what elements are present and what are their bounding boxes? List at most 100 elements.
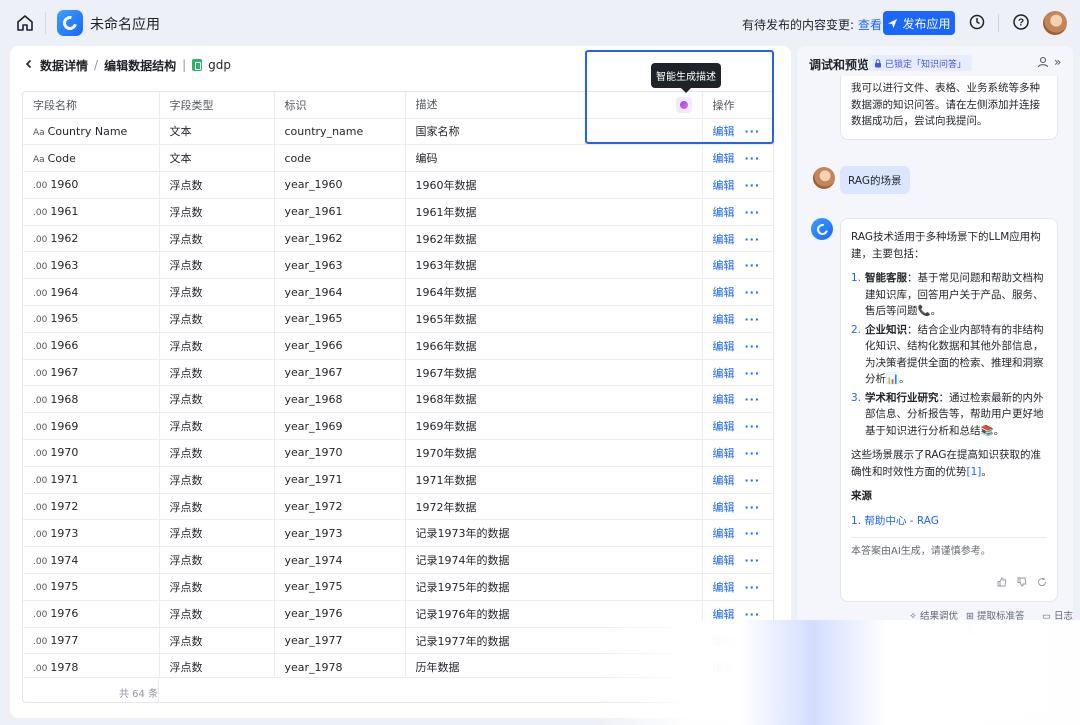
thumbs-up-icon[interactable] <box>997 577 1007 594</box>
edit-button[interactable]: 编辑 <box>713 661 735 674</box>
field-type-cell: 浮点数 <box>159 225 275 253</box>
more-icon[interactable]: ··· <box>745 233 761 246</box>
thumbs-down-icon[interactable] <box>1017 577 1027 594</box>
source-link[interactable]: 帮助中心 - RAG <box>864 515 938 527</box>
edit-button[interactable]: 编辑 <box>713 447 735 460</box>
more-icon[interactable]: ··· <box>745 206 761 219</box>
more-icon[interactable]: ··· <box>745 581 761 594</box>
table-row: .00 1977 浮点数 year_1977 记录1977年的数据 编辑 ··· <box>23 627 773 655</box>
edit-button[interactable]: 编辑 <box>713 206 735 219</box>
more-icon[interactable]: ··· <box>745 125 761 138</box>
divider <box>851 537 1047 538</box>
table-row: .00 1961 浮点数 year_1961 1961年数据 编辑 ··· <box>23 198 773 226</box>
field-type-icon: .00 <box>33 556 48 567</box>
edit-button[interactable]: 编辑 <box>713 152 735 165</box>
app-name[interactable]: 未命名应用 <box>90 14 160 34</box>
field-name: 1967 <box>50 366 79 380</box>
regenerate-icon[interactable] <box>1037 577 1047 594</box>
history-icon[interactable] <box>968 13 986 31</box>
more-icon[interactable]: ··· <box>745 393 761 406</box>
field-id-cell: country_name <box>274 118 406 146</box>
field-name: 1977 <box>50 634 79 648</box>
field-name: 1968 <box>50 392 79 406</box>
more-icon[interactable]: ··· <box>745 661 761 674</box>
edit-button[interactable]: 编辑 <box>713 125 735 138</box>
list-title: 学术和行业研究 <box>865 391 939 404</box>
table-row: Aa Country Name 文本 country_name 国家名称 编辑 ··· <box>23 118 773 146</box>
reference-link[interactable]: [1] <box>967 466 982 478</box>
more-icon[interactable]: ··· <box>745 527 761 540</box>
tuning-link[interactable]: ✧ 结果调优 <box>909 608 958 636</box>
field-type-cell: 浮点数 <box>159 278 275 307</box>
more-icon[interactable]: ··· <box>745 420 761 433</box>
field-id-cell: year_1960 <box>274 171 406 199</box>
field-desc-cell: 1965年数据 <box>405 305 703 333</box>
breadcrumb-data-detail[interactable]: 数据详情 <box>40 57 88 74</box>
edit-button[interactable]: 编辑 <box>713 635 735 648</box>
edit-button[interactable]: 编辑 <box>713 527 735 540</box>
field-name-cell: .00 1966 <box>23 332 160 360</box>
edit-button[interactable]: 编辑 <box>713 474 735 487</box>
edit-button[interactable]: 编辑 <box>713 259 735 272</box>
more-icon[interactable]: ··· <box>745 608 761 621</box>
edit-button[interactable]: 编辑 <box>713 554 735 567</box>
more-icon[interactable]: ··· <box>745 340 761 353</box>
collapse-panel-icon[interactable]: » <box>1054 55 1061 69</box>
edit-button[interactable]: 编辑 <box>713 501 735 514</box>
edit-button[interactable]: 编辑 <box>713 393 735 406</box>
more-icon[interactable]: ··· <box>745 501 761 514</box>
list-number: 1. <box>851 272 862 284</box>
edit-button[interactable]: 编辑 <box>713 286 735 299</box>
more-icon[interactable]: ··· <box>745 259 761 272</box>
edit-button[interactable]: 编辑 <box>713 420 735 433</box>
more-icon[interactable]: ··· <box>745 286 761 299</box>
field-desc-cell: 1972年数据 <box>405 493 703 521</box>
edit-button[interactable]: 编辑 <box>713 179 735 192</box>
field-name-cell: .00 1963 <box>23 251 160 280</box>
more-icon[interactable]: ··· <box>745 179 761 192</box>
publish-button[interactable]: 发布应用 <box>883 11 955 35</box>
edit-button[interactable]: 编辑 <box>713 313 735 326</box>
extract-answer-link[interactable]: ⊞ 提取标准答案 <box>966 608 1034 636</box>
field-actions-cell: 编辑 ··· <box>702 493 773 521</box>
more-icon[interactable]: ··· <box>745 367 761 380</box>
list-text: 智能客服：基于常见问题和帮助文档构建知识库，回答用户关于产品、服务、售后等问题📞… <box>865 270 1047 320</box>
table-row: .00 1972 浮点数 year_1972 1972年数据 编辑 ··· <box>23 493 773 521</box>
more-icon[interactable]: ··· <box>745 474 761 487</box>
log-link[interactable]: ▭ 日志 <box>1042 608 1073 636</box>
field-actions-cell: 编辑 ··· <box>702 359 773 387</box>
user-settings-icon[interactable] <box>1037 56 1049 68</box>
field-id-cell: year_1969 <box>274 412 406 441</box>
more-icon[interactable]: ··· <box>745 635 761 648</box>
view-changes-link[interactable]: 查看 <box>858 18 882 32</box>
field-table-grid: 字段名称 字段类型 标识 描述 操作 Aa Country Name 文本 count… <box>23 92 773 682</box>
more-icon[interactable]: ··· <box>745 313 761 326</box>
field-id-cell: code <box>274 144 406 173</box>
more-icon[interactable]: ··· <box>745 152 761 165</box>
preview-header: 调试和预览 已锁定「知识问答」 » <box>797 46 1073 80</box>
breadcrumb-separator: / <box>94 58 99 72</box>
home-icon[interactable] <box>14 12 36 34</box>
field-type-cell: 浮点数 <box>159 332 275 360</box>
field-type-cell: 浮点数 <box>159 412 275 441</box>
field-type-icon: .00 <box>33 422 48 433</box>
ai-generate-description-icon[interactable] <box>675 97 692 114</box>
back-chevron-icon[interactable] <box>24 58 34 72</box>
table-row: Aa Code 文本 code 编码 编辑 ··· <box>23 144 773 173</box>
edit-button[interactable]: 编辑 <box>713 367 735 380</box>
field-type-cell: 文本 <box>159 118 275 146</box>
edit-button[interactable]: 编辑 <box>713 608 735 621</box>
edit-button[interactable]: 编辑 <box>713 581 735 594</box>
help-icon[interactable]: ? <box>1012 13 1030 31</box>
source-title: 来源 <box>851 490 872 502</box>
tuning-icon: ✧ <box>909 611 917 622</box>
more-icon[interactable]: ··· <box>745 554 761 567</box>
edit-button[interactable]: 编辑 <box>713 233 735 246</box>
bot-avatar <box>811 218 833 240</box>
edit-button[interactable]: 编辑 <box>713 340 735 353</box>
source-number: 1. <box>851 514 862 527</box>
more-icon[interactable]: ··· <box>745 447 761 460</box>
field-desc-cell: 1964年数据 <box>405 278 703 307</box>
bot-message: 我可以进行文件、表格、业务系统等多种数据源的知识问答。请在左侧添加并连接数据成功… <box>840 76 1058 140</box>
user-avatar[interactable] <box>1043 11 1067 35</box>
